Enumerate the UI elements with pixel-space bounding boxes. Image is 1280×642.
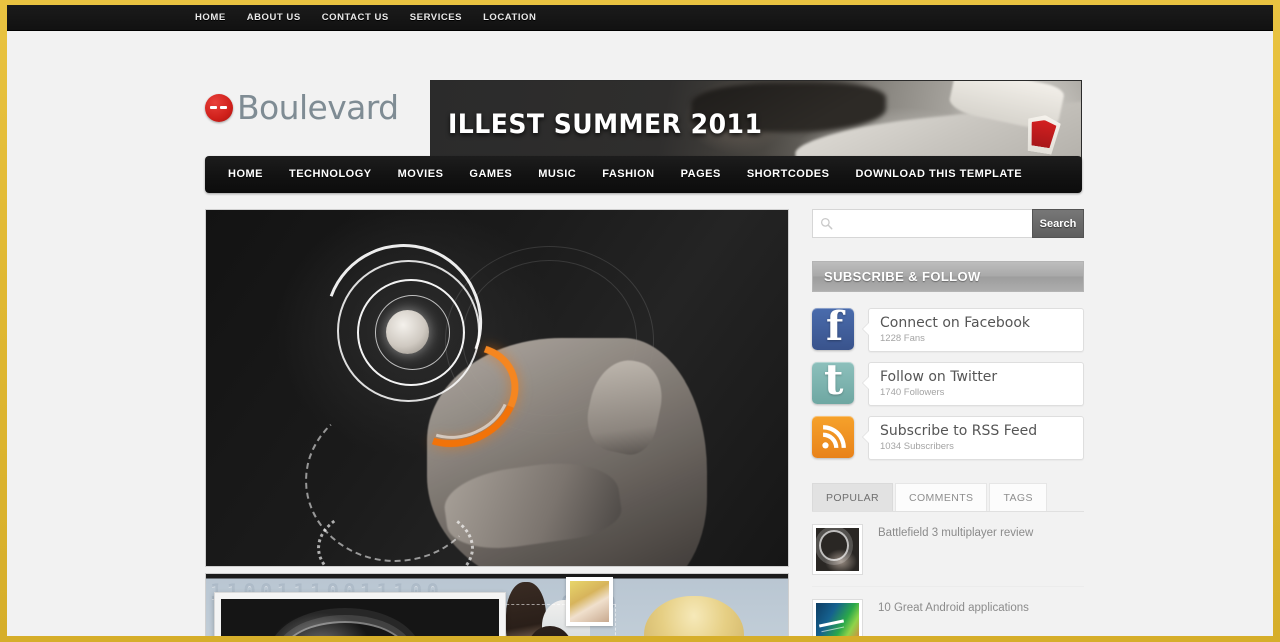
rss-info[interactable]: Subscribe to RSS Feed 1034 Subscribers <box>862 416 1084 461</box>
hud-core-sphere <box>386 309 430 354</box>
nav-item-games[interactable]: GAMES <box>456 156 525 193</box>
banner-title: ILLEST SUMMER 2011 <box>448 109 763 140</box>
topbar-item-services[interactable]: SERVICES <box>410 12 462 23</box>
red-circle-dashes-icon <box>205 93 233 122</box>
nav-item-download-this-template[interactable]: DOWNLOAD THIS TEMPLATE <box>842 156 1035 193</box>
rss-title: Subscribe to RSS Feed <box>880 423 1038 440</box>
popular-list: Battlefield 3 multiplayer review 10 Grea… <box>812 512 1084 636</box>
topbar-item-about-us[interactable]: ABOUT US <box>247 12 301 23</box>
post-title[interactable]: Battlefield 3 multiplayer review <box>878 524 1033 542</box>
top-utility-bar: HOME ABOUT US CONTACT US SERVICES LOCATI… <box>7 5 1273 31</box>
nav-item-pages[interactable]: PAGES <box>668 156 734 193</box>
sidebar-tabs: POPULAR COMMENTS TAGS <box>812 483 1084 513</box>
tab-tags[interactable]: TAGS <box>989 483 1047 512</box>
social-row-twitter[interactable]: Follow on Twitter 1740 Followers <box>812 362 1084 407</box>
facebook-title: Connect on Facebook <box>880 315 1031 331</box>
main-navigation: HOME TECHNOLOGY MOVIES GAMES MUSIC FASHI… <box>205 156 1082 193</box>
page-content-area: HOME ABOUT US CONTACT US SERVICES LOCATI… <box>7 5 1273 636</box>
nav-item-music[interactable]: MUSIC <box>525 156 589 193</box>
site-header: Boulevard ILLEST SUMMER 2011 <box>7 31 1273 161</box>
post-thumbnail[interactable] <box>812 599 863 636</box>
page-gold-frame: HOME ABOUT US CONTACT US SERVICES LOCATI… <box>0 0 1280 642</box>
search-button[interactable]: Search <box>1032 209 1084 238</box>
portrait-photo-inset <box>566 577 613 626</box>
post-title[interactable]: 10 Great Android applications <box>878 599 1029 617</box>
post-featured-image-secondary[interactable]: 11001110011100 0010 <box>205 573 789 636</box>
android-thumbnail <box>816 603 859 636</box>
person-silhouette-4 <box>644 596 744 636</box>
twitter-icon[interactable] <box>812 362 854 405</box>
rss-icon[interactable] <box>812 416 854 459</box>
main-column: 11001110011100 0010 <box>205 209 789 636</box>
search-input[interactable] <box>833 210 1032 237</box>
rss-glyph-icon <box>822 425 846 449</box>
sidebar: Search SUBSCRIBE & FOLLOW Connect on Fac… <box>812 209 1084 636</box>
search-form: Search <box>812 209 1084 238</box>
list-item[interactable]: Battlefield 3 multiplayer review <box>812 512 1084 588</box>
subscribe-widget-title: SUBSCRIBE & FOLLOW <box>812 261 1084 292</box>
nav-item-technology[interactable]: TECHNOLOGY <box>276 156 385 193</box>
search-icon <box>820 217 833 230</box>
nav-item-shortcodes[interactable]: SHORTCODES <box>734 156 843 193</box>
twitter-info[interactable]: Follow on Twitter 1740 Followers <box>862 362 1084 407</box>
post-thumbnail[interactable] <box>812 524 863 576</box>
twitter-count: 1740 Followers <box>880 387 945 399</box>
post-featured-image[interactable] <box>205 209 789 567</box>
list-item[interactable]: 10 Great Android applications <box>812 587 1084 636</box>
content-wrapper: 11001110011100 0010 <box>7 201 1273 636</box>
social-row-facebook[interactable]: Connect on Facebook 1228 Fans <box>812 308 1084 353</box>
site-logo-text: Boulevard <box>237 88 399 127</box>
search-input-wrapper <box>812 209 1032 238</box>
tab-popular[interactable]: POPULAR <box>812 483 893 512</box>
social-row-rss[interactable]: Subscribe to RSS Feed 1034 Subscribers <box>812 416 1084 461</box>
battlefield-thumbnail <box>816 528 859 572</box>
facebook-count: 1228 Fans <box>880 333 925 345</box>
topbar-item-home[interactable]: HOME <box>195 12 226 23</box>
site-logo[interactable]: Boulevard <box>205 91 399 124</box>
nav-item-movies[interactable]: MOVIES <box>385 156 457 193</box>
topbar-item-location[interactable]: LOCATION <box>483 12 536 23</box>
monitor-screen <box>221 599 499 636</box>
nav-item-home[interactable]: HOME <box>215 156 276 193</box>
banner-ad[interactable]: ILLEST SUMMER 2011 <box>430 80 1082 161</box>
twitter-title: Follow on Twitter <box>880 369 998 386</box>
tab-comments[interactable]: COMMENTS <box>894 483 988 512</box>
rss-count: 1034 Subscribers <box>880 441 954 453</box>
facebook-info[interactable]: Connect on Facebook 1228 Fans <box>862 308 1084 353</box>
topbar-item-contact-us[interactable]: CONTACT US <box>322 12 389 23</box>
nav-item-fashion[interactable]: FASHION <box>589 156 667 193</box>
monitor-inset <box>214 592 506 636</box>
facebook-icon[interactable] <box>812 308 854 350</box>
